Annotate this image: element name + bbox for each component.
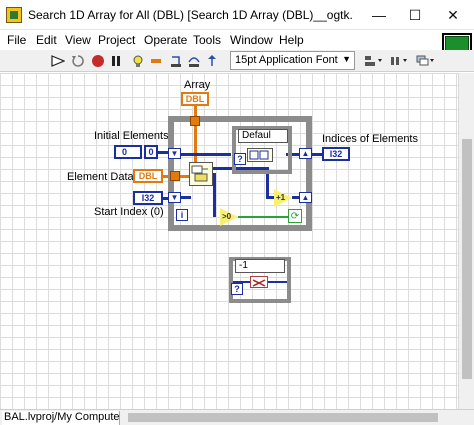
compare-label: >0 [222, 212, 232, 221]
search-to-compare-wire [213, 173, 216, 217]
project-path: BAL.lvproj/My Computer [2, 411, 120, 425]
step-into-icon[interactable] [168, 53, 184, 69]
horizontal-scroll-thumb[interactable] [128, 413, 438, 422]
menu-help[interactable]: Help [279, 33, 304, 47]
step-out-icon[interactable] [204, 53, 220, 69]
menu-operate[interactable]: Operate [144, 33, 187, 47]
close-button[interactable]: ✕ [434, 0, 472, 30]
array-terminal[interactable]: DBL [181, 92, 209, 106]
block-diagram-canvas[interactable]: Array Initial Elements Element Data Star… [0, 73, 458, 409]
menu-window[interactable]: Window [230, 33, 273, 47]
minimize-button[interactable]: — [360, 0, 398, 30]
shift-top-wire [181, 153, 231, 156]
indices-of-elements-terminal[interactable]: I32 [322, 147, 350, 161]
shift-register-left-top: ▼ [168, 148, 181, 159]
menu-bar: File Edit View Project Operate Tools Win… [0, 30, 474, 50]
lower-case-node[interactable] [250, 276, 268, 288]
loop-condition-icon[interactable]: ⟳ [288, 209, 302, 223]
element-data-terminal[interactable]: DBL [133, 169, 163, 183]
initial-elements-index[interactable]: 0 [144, 145, 158, 159]
to-increment-wire [266, 196, 274, 199]
vertical-scrollbar[interactable] [458, 73, 474, 409]
window-title: Search 1D Array for All (DBL) [Search 1D… [28, 8, 353, 22]
menu-view[interactable]: View [65, 33, 91, 47]
increment-label: +1 [276, 193, 286, 202]
status-bar: BAL.lvproj/My Computer [0, 409, 474, 425]
case-selector[interactable]: Defaul [238, 129, 288, 143]
increment-out-wire [292, 196, 300, 199]
font-selector-label: 15pt Application Font [235, 54, 338, 66]
build-array-node[interactable] [247, 148, 273, 162]
shift-register-right-bottom: ▲ [299, 192, 312, 203]
retain-wire-values-icon[interactable] [148, 53, 164, 69]
element-data-tunnel [170, 171, 180, 181]
case-selector-terminal: ? [234, 153, 246, 165]
iteration-terminal: i [176, 209, 188, 221]
step-over-icon[interactable] [186, 53, 202, 69]
shift-register-left-bottom: ▼ [168, 192, 181, 203]
pause-icon[interactable] [108, 53, 124, 69]
maximize-button[interactable]: ☐ [396, 0, 434, 30]
run-continuously-icon[interactable] [70, 53, 86, 69]
indices-of-elements-label: Indices of Elements [322, 133, 418, 145]
array-internal-wire [194, 126, 197, 164]
lower-case-selector-label: -1 [239, 260, 248, 271]
font-selector-dropdown[interactable]: 15pt Application Font ▼ [230, 51, 355, 70]
align-icon[interactable] [362, 53, 384, 69]
chevron-down-icon: ▼ [342, 54, 351, 64]
initial-elements-label: Initial Elements [94, 130, 169, 142]
search-1d-array-node[interactable] [189, 162, 213, 186]
lower-case-selector[interactable]: -1 [235, 259, 285, 273]
element-data-label: Element Data [67, 171, 134, 183]
start-index-label: Start Index (0) [94, 206, 164, 218]
reorder-icon[interactable] [414, 53, 436, 69]
title-bar: Search 1D Array for All (DBL) [Search 1D… [0, 0, 474, 30]
initial-elements-array-constant[interactable]: 0 [114, 145, 142, 159]
menu-edit[interactable]: Edit [36, 33, 57, 47]
menu-file[interactable]: File [7, 33, 26, 47]
array-label: Array [184, 79, 211, 91]
compare-to-stop-wire [238, 216, 288, 218]
labview-app-icon [6, 7, 22, 23]
toolbar: 15pt Application Font ▼ [0, 50, 474, 72]
menu-project[interactable]: Project [98, 33, 135, 47]
menu-tools[interactable]: Tools [193, 33, 221, 47]
case-selector-label: Defaul [242, 130, 271, 141]
start-index-terminal[interactable]: I32 [133, 191, 163, 205]
highlight-execution-icon[interactable] [130, 53, 146, 69]
vertical-scroll-thumb[interactable] [462, 139, 472, 379]
shift-bottom-wire [181, 196, 191, 199]
distribute-icon[interactable] [388, 53, 410, 69]
lower-case-selector-terminal: ? [231, 283, 243, 295]
run-arrow-icon[interactable] [50, 53, 66, 69]
abort-icon[interactable] [90, 53, 106, 69]
array-tunnel [190, 116, 200, 126]
shift-register-right-top: ▲ [299, 148, 312, 159]
